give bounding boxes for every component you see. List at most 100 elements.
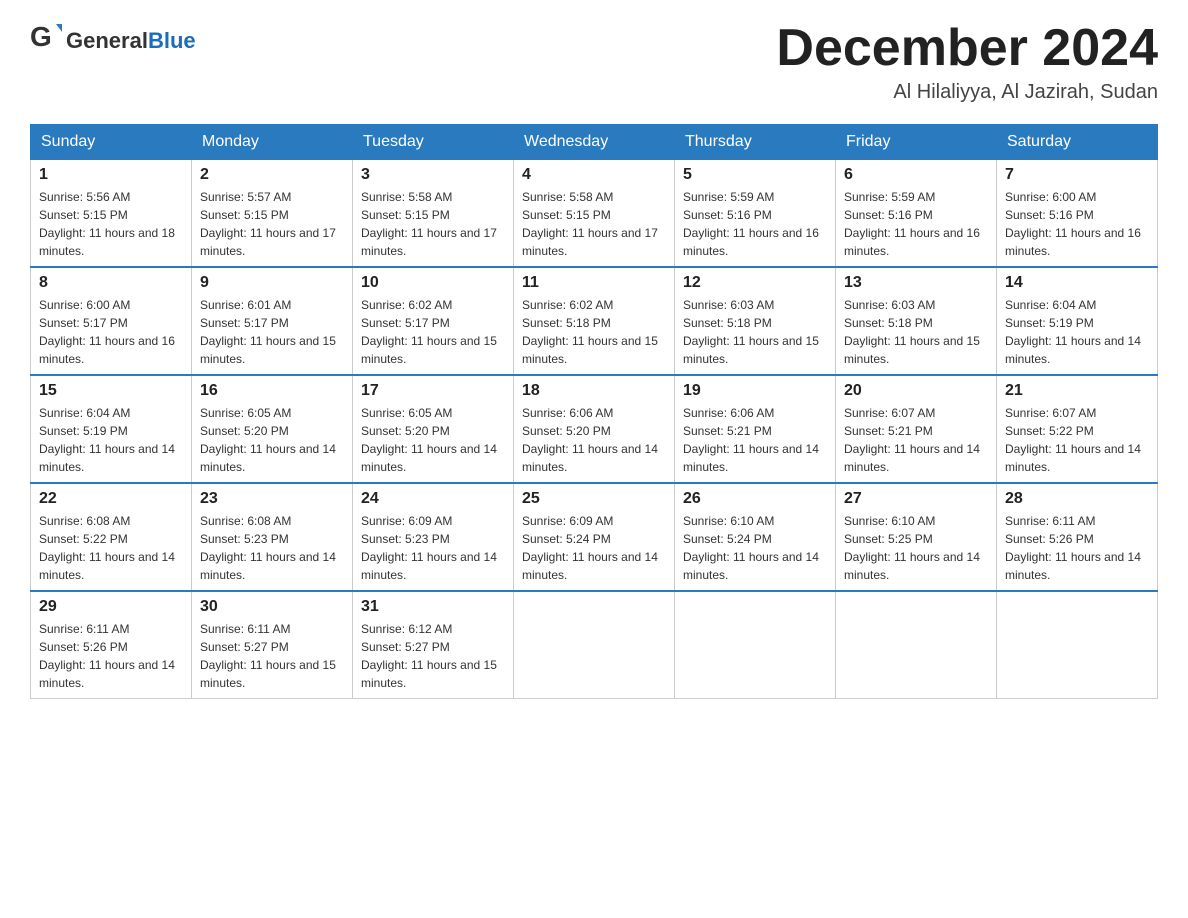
calendar-day-cell: 3 Sunrise: 5:58 AM Sunset: 5:15 PM Dayli…: [353, 160, 514, 268]
calendar-day-cell: 10 Sunrise: 6:02 AM Sunset: 5:17 PM Dayl…: [353, 267, 514, 375]
svg-text:G: G: [30, 21, 52, 52]
calendar-day-cell: 16 Sunrise: 6:05 AM Sunset: 5:20 PM Dayl…: [192, 375, 353, 483]
calendar-day-cell: 20 Sunrise: 6:07 AM Sunset: 5:21 PM Dayl…: [836, 375, 997, 483]
day-info: Sunrise: 6:09 AM Sunset: 5:23 PM Dayligh…: [361, 512, 505, 584]
calendar-day-cell: 21 Sunrise: 6:07 AM Sunset: 5:22 PM Dayl…: [997, 375, 1158, 483]
day-number: 12: [683, 274, 827, 292]
logo: G GeneralBlue: [30, 20, 196, 61]
calendar-day-cell: [675, 591, 836, 699]
day-info: Sunrise: 6:03 AM Sunset: 5:18 PM Dayligh…: [683, 296, 827, 368]
location: Al Hilaliyya, Al Jazirah, Sudan: [776, 81, 1158, 104]
day-info: Sunrise: 5:56 AM Sunset: 5:15 PM Dayligh…: [39, 188, 183, 260]
day-info: Sunrise: 5:58 AM Sunset: 5:15 PM Dayligh…: [522, 188, 666, 260]
day-number: 19: [683, 382, 827, 400]
calendar-day-cell: 24 Sunrise: 6:09 AM Sunset: 5:23 PM Dayl…: [353, 483, 514, 591]
day-info: Sunrise: 6:07 AM Sunset: 5:22 PM Dayligh…: [1005, 404, 1149, 476]
calendar-day-cell: [514, 591, 675, 699]
day-number: 4: [522, 166, 666, 184]
day-number: 27: [844, 490, 988, 508]
calendar-day-cell: 6 Sunrise: 5:59 AM Sunset: 5:16 PM Dayli…: [836, 160, 997, 268]
calendar-day-cell: 27 Sunrise: 6:10 AM Sunset: 5:25 PM Dayl…: [836, 483, 997, 591]
calendar-week-row-3: 15 Sunrise: 6:04 AM Sunset: 5:19 PM Dayl…: [31, 375, 1158, 483]
calendar-day-cell: 26 Sunrise: 6:10 AM Sunset: 5:24 PM Dayl…: [675, 483, 836, 591]
day-number: 21: [1005, 382, 1149, 400]
col-saturday: Saturday: [997, 125, 1158, 160]
col-tuesday: Tuesday: [353, 125, 514, 160]
day-info: Sunrise: 5:57 AM Sunset: 5:15 PM Dayligh…: [200, 188, 344, 260]
day-info: Sunrise: 5:58 AM Sunset: 5:15 PM Dayligh…: [361, 188, 505, 260]
day-number: 10: [361, 274, 505, 292]
col-sunday: Sunday: [31, 125, 192, 160]
day-info: Sunrise: 6:11 AM Sunset: 5:26 PM Dayligh…: [39, 620, 183, 692]
day-number: 22: [39, 490, 183, 508]
day-info: Sunrise: 6:04 AM Sunset: 5:19 PM Dayligh…: [1005, 296, 1149, 368]
day-number: 13: [844, 274, 988, 292]
day-info: Sunrise: 6:07 AM Sunset: 5:21 PM Dayligh…: [844, 404, 988, 476]
calendar-day-cell: 15 Sunrise: 6:04 AM Sunset: 5:19 PM Dayl…: [31, 375, 192, 483]
day-info: Sunrise: 5:59 AM Sunset: 5:16 PM Dayligh…: [683, 188, 827, 260]
calendar-day-cell: 7 Sunrise: 6:00 AM Sunset: 5:16 PM Dayli…: [997, 160, 1158, 268]
day-info: Sunrise: 6:02 AM Sunset: 5:18 PM Dayligh…: [522, 296, 666, 368]
day-number: 17: [361, 382, 505, 400]
calendar-day-cell: 19 Sunrise: 6:06 AM Sunset: 5:21 PM Dayl…: [675, 375, 836, 483]
calendar-day-cell: 25 Sunrise: 6:09 AM Sunset: 5:24 PM Dayl…: [514, 483, 675, 591]
day-number: 7: [1005, 166, 1149, 184]
col-thursday: Thursday: [675, 125, 836, 160]
day-number: 28: [1005, 490, 1149, 508]
calendar-day-cell: 1 Sunrise: 5:56 AM Sunset: 5:15 PM Dayli…: [31, 160, 192, 268]
calendar-week-row-4: 22 Sunrise: 6:08 AM Sunset: 5:22 PM Dayl…: [31, 483, 1158, 591]
day-info: Sunrise: 5:59 AM Sunset: 5:16 PM Dayligh…: [844, 188, 988, 260]
title-section: December 2024 Al Hilaliyya, Al Jazirah, …: [776, 20, 1158, 104]
calendar-day-cell: 17 Sunrise: 6:05 AM Sunset: 5:20 PM Dayl…: [353, 375, 514, 483]
day-number: 3: [361, 166, 505, 184]
month-title: December 2024: [776, 20, 1158, 77]
day-number: 24: [361, 490, 505, 508]
logo-icon: G: [30, 20, 62, 61]
day-info: Sunrise: 6:10 AM Sunset: 5:24 PM Dayligh…: [683, 512, 827, 584]
calendar-table: Sunday Monday Tuesday Wednesday Thursday…: [30, 124, 1158, 699]
calendar-week-row-1: 1 Sunrise: 5:56 AM Sunset: 5:15 PM Dayli…: [31, 160, 1158, 268]
page-header: G GeneralBlue December 2024 Al Hilaliyya…: [30, 20, 1158, 104]
logo-general-text: General: [66, 28, 148, 53]
day-number: 18: [522, 382, 666, 400]
calendar-header-row: Sunday Monday Tuesday Wednesday Thursday…: [31, 125, 1158, 160]
day-info: Sunrise: 6:10 AM Sunset: 5:25 PM Dayligh…: [844, 512, 988, 584]
day-number: 20: [844, 382, 988, 400]
calendar-day-cell: [997, 591, 1158, 699]
col-monday: Monday: [192, 125, 353, 160]
day-number: 11: [522, 274, 666, 292]
calendar-day-cell: 8 Sunrise: 6:00 AM Sunset: 5:17 PM Dayli…: [31, 267, 192, 375]
calendar-day-cell: 14 Sunrise: 6:04 AM Sunset: 5:19 PM Dayl…: [997, 267, 1158, 375]
day-info: Sunrise: 6:12 AM Sunset: 5:27 PM Dayligh…: [361, 620, 505, 692]
calendar-day-cell: 9 Sunrise: 6:01 AM Sunset: 5:17 PM Dayli…: [192, 267, 353, 375]
calendar-day-cell: 13 Sunrise: 6:03 AM Sunset: 5:18 PM Dayl…: [836, 267, 997, 375]
calendar-day-cell: 11 Sunrise: 6:02 AM Sunset: 5:18 PM Dayl…: [514, 267, 675, 375]
calendar-week-row-5: 29 Sunrise: 6:11 AM Sunset: 5:26 PM Dayl…: [31, 591, 1158, 699]
calendar-day-cell: 18 Sunrise: 6:06 AM Sunset: 5:20 PM Dayl…: [514, 375, 675, 483]
calendar-day-cell: 22 Sunrise: 6:08 AM Sunset: 5:22 PM Dayl…: [31, 483, 192, 591]
day-number: 29: [39, 598, 183, 616]
day-info: Sunrise: 6:11 AM Sunset: 5:27 PM Dayligh…: [200, 620, 344, 692]
day-number: 25: [522, 490, 666, 508]
day-number: 5: [683, 166, 827, 184]
day-number: 30: [200, 598, 344, 616]
logo-blue-text: Blue: [148, 28, 196, 53]
day-number: 15: [39, 382, 183, 400]
day-number: 2: [200, 166, 344, 184]
day-number: 14: [1005, 274, 1149, 292]
calendar-day-cell: [836, 591, 997, 699]
day-info: Sunrise: 6:06 AM Sunset: 5:21 PM Dayligh…: [683, 404, 827, 476]
calendar-week-row-2: 8 Sunrise: 6:00 AM Sunset: 5:17 PM Dayli…: [31, 267, 1158, 375]
day-number: 23: [200, 490, 344, 508]
day-number: 31: [361, 598, 505, 616]
calendar-day-cell: 4 Sunrise: 5:58 AM Sunset: 5:15 PM Dayli…: [514, 160, 675, 268]
col-friday: Friday: [836, 125, 997, 160]
day-number: 8: [39, 274, 183, 292]
day-number: 1: [39, 166, 183, 184]
day-number: 26: [683, 490, 827, 508]
day-info: Sunrise: 6:05 AM Sunset: 5:20 PM Dayligh…: [200, 404, 344, 476]
day-info: Sunrise: 6:00 AM Sunset: 5:16 PM Dayligh…: [1005, 188, 1149, 260]
day-info: Sunrise: 6:05 AM Sunset: 5:20 PM Dayligh…: [361, 404, 505, 476]
day-info: Sunrise: 6:02 AM Sunset: 5:17 PM Dayligh…: [361, 296, 505, 368]
day-info: Sunrise: 6:06 AM Sunset: 5:20 PM Dayligh…: [522, 404, 666, 476]
